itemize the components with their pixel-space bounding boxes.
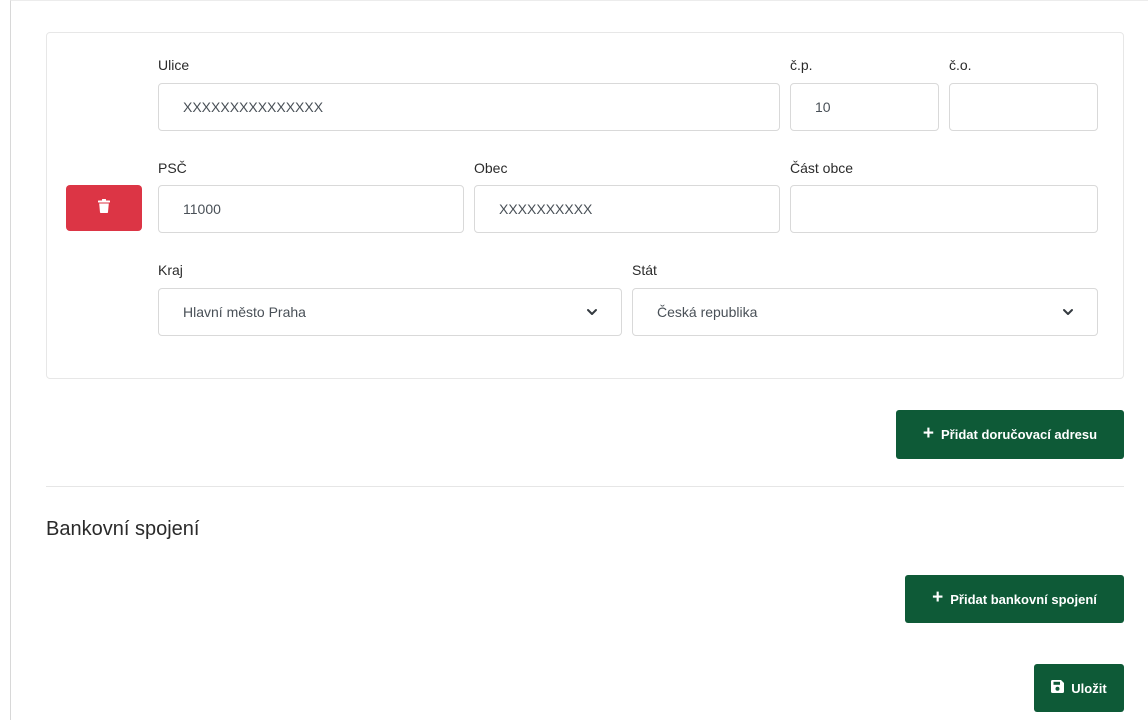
postal-code-input[interactable]: 11000	[158, 185, 464, 233]
house-number-value: 10	[815, 99, 831, 115]
add-delivery-address-button[interactable]: + Přidat doručovací adresu	[896, 410, 1124, 459]
country-label: Stát	[632, 262, 657, 278]
postal-code-value: 11000	[183, 201, 221, 217]
region-label: Kraj	[158, 262, 183, 278]
house-number-label: č.p.	[790, 57, 813, 73]
section-divider	[46, 486, 1124, 487]
chevron-down-icon	[587, 309, 597, 315]
postal-code-label: PSČ	[158, 160, 187, 176]
orientation-number-label: č.o.	[949, 57, 972, 73]
street-label: Ulice	[158, 57, 190, 73]
plus-icon: +	[932, 587, 944, 608]
municipality-label: Obec	[474, 160, 508, 176]
country-value: Česká republika	[657, 304, 758, 320]
municipality-part-input[interactable]	[790, 185, 1098, 233]
add-bank-connection-button[interactable]: + Přidat bankovní spojení	[905, 575, 1124, 623]
region-value: Hlavní město Praha	[183, 304, 306, 320]
municipality-input[interactable]: XXXXXXXXXX	[474, 185, 780, 233]
trash-icon	[98, 198, 110, 218]
orientation-number-input[interactable]	[949, 83, 1098, 131]
add-delivery-address-label: Přidat doručovací adresu	[941, 427, 1098, 442]
floppy-disk-icon	[1051, 680, 1065, 696]
street-value: XXXXXXXXXXXXXXX	[183, 99, 324, 115]
delete-address-button[interactable]	[66, 185, 142, 231]
save-label: Uložit	[1071, 680, 1107, 696]
plus-icon: +	[922, 422, 935, 444]
municipality-value: XXXXXXXXXX	[499, 201, 593, 217]
chevron-down-icon	[1063, 309, 1073, 315]
country-select[interactable]: Česká republika	[632, 288, 1098, 336]
street-input[interactable]: XXXXXXXXXXXXXXX	[158, 83, 780, 131]
bank-section-title: Bankovní spojení	[46, 518, 200, 540]
save-button[interactable]: Uložit	[1034, 664, 1124, 712]
municipality-part-label: Část obce	[790, 160, 854, 176]
house-number-input[interactable]: 10	[790, 83, 939, 131]
region-select[interactable]: Hlavní město Praha	[158, 288, 622, 336]
add-bank-connection-label: Přidat bankovní spojení	[950, 591, 1097, 607]
